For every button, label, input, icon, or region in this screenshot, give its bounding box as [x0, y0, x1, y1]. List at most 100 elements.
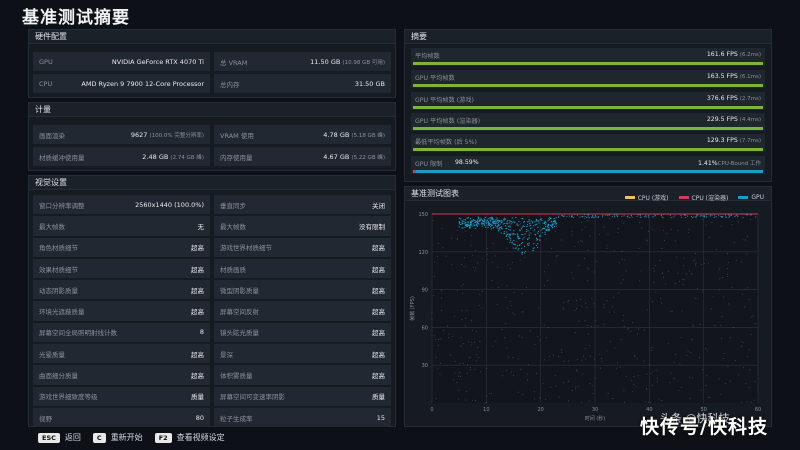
gpu-sample-point — [683, 257, 685, 259]
gpu-sample-point — [712, 296, 714, 298]
gpu-frame-point — [500, 220, 502, 222]
gpu-sample-point — [534, 343, 536, 345]
gpu-sample-point — [634, 386, 636, 388]
gpu-sample-point — [556, 226, 558, 228]
gpu-sample-point — [688, 228, 690, 230]
gpu-sample-point — [714, 325, 716, 327]
gpu-frame-point — [492, 219, 494, 221]
gpu-frame-point — [503, 232, 506, 235]
gpu-sample-point — [706, 375, 708, 377]
gpu-frame-point — [506, 221, 508, 223]
gpu-sample-point — [655, 369, 657, 371]
gpu-frame-point — [552, 222, 554, 224]
gpu-sample-point — [594, 377, 596, 379]
gpu-sample-point — [671, 310, 673, 312]
setting-row: 最大帧数 无 — [33, 216, 210, 236]
gpu-sample-point — [588, 400, 590, 402]
gpu-frame-point — [588, 217, 590, 219]
gpu-sample-point — [628, 327, 630, 329]
summary-bar — [413, 127, 763, 130]
gpu-sample-point — [748, 387, 750, 388]
cell-label: 画面渲染 — [39, 131, 65, 140]
gpu-frame-point — [670, 217, 672, 219]
gpu-sample-point — [741, 345, 742, 347]
gpu-frame-point — [581, 216, 583, 218]
gpu-frame-point — [554, 223, 556, 225]
gpu-sample-point — [706, 350, 708, 352]
gpu-frame-point — [557, 216, 560, 218]
gpu-sample-point — [652, 301, 653, 303]
gpu-frame-point — [497, 223, 500, 225]
gpu-sample-point — [645, 239, 647, 241]
gpu-sample-point — [507, 264, 509, 266]
gpu-frame-point — [521, 233, 523, 235]
gpu-frame-point — [474, 227, 476, 230]
gpu-frame-point — [555, 217, 557, 219]
gpu-sample-point — [492, 345, 494, 347]
gpu-frame-point — [558, 215, 560, 217]
gpu-frame-point — [535, 244, 537, 247]
stats-panel-title: 计量 — [29, 103, 395, 117]
gpu-sample-point — [710, 308, 712, 310]
gpu-sample-point — [677, 272, 679, 274]
gpu-sample-point — [662, 272, 663, 274]
setting-row: 视野 80 — [33, 407, 210, 428]
gpu-sample-point — [661, 399, 663, 401]
gpu-sample-point — [548, 264, 549, 266]
gpu-sample-point — [550, 247, 552, 249]
gpu-sample-point — [681, 386, 683, 388]
gpu-frame-point — [472, 218, 474, 221]
gpu-frame-point — [517, 249, 519, 251]
gpu-frame-point — [483, 220, 486, 222]
gpu-frame-point — [499, 226, 501, 228]
gpu-frame-point — [470, 222, 473, 224]
footer-action-label[interactable]: 返回 — [65, 432, 81, 443]
key-esc-badge[interactable]: ESC — [38, 432, 60, 443]
gpu-sample-point — [538, 307, 540, 309]
gpu-frame-point — [672, 216, 674, 218]
gpu-sample-point — [562, 307, 564, 309]
gpu-sample-point — [597, 325, 599, 327]
gpu-frame-point — [623, 215, 625, 217]
setting-value: 没有限制 — [359, 222, 385, 231]
key-f2-badge[interactable]: F2 — [154, 432, 172, 443]
gpu-sample-point — [439, 373, 441, 375]
cell-value-sub: (2.74 GB 峰) — [170, 154, 204, 161]
setting-row: 光晕质量 超高 — [33, 344, 210, 364]
gpu-frame-point — [544, 233, 546, 235]
gpu-frame-point — [548, 228, 550, 230]
gpu-frame-point — [509, 229, 511, 231]
gpu-frame-point — [540, 235, 542, 237]
gpu-sample-point — [697, 288, 698, 289]
gpu-sample-point — [580, 299, 582, 301]
summary-value-main: 129.3 FPS — [706, 137, 738, 144]
key-c-badge[interactable]: C — [92, 432, 106, 443]
gpu-frame-point — [511, 217, 513, 219]
footer-action-label[interactable]: 查看视频设定 — [177, 432, 225, 443]
cell-label: GPU — [39, 57, 53, 66]
gpu-sample-point — [527, 216, 529, 218]
gpu-sample-point — [540, 339, 542, 341]
gpu-frame-point — [644, 216, 646, 218]
gpu-frame-point — [534, 221, 536, 223]
gpu-sample-point — [433, 294, 435, 296]
gpu-sample-point — [526, 287, 527, 288]
gpu-sample-point — [701, 218, 703, 220]
gpu-frame-point — [517, 224, 519, 227]
setting-row: 效果材质细节 超高 — [33, 258, 210, 279]
gpu-sample-point — [752, 315, 754, 317]
gpu-sample-point — [442, 247, 444, 249]
gpu-sample-point — [568, 381, 570, 383]
gpu-sample-point — [695, 252, 696, 254]
gpu-sample-point — [656, 377, 658, 379]
cell-label: 总 VRAM — [220, 58, 248, 67]
gpu-sample-point — [700, 263, 702, 265]
x-axis-label: 时间 (秒) — [585, 415, 606, 422]
gpu-sample-point — [440, 362, 442, 364]
gpu-sample-point — [519, 259, 521, 261]
footer-action-label[interactable]: 重新开始 — [111, 432, 143, 443]
gpu-sample-point — [561, 352, 563, 353]
gpu-sample-point — [731, 223, 733, 225]
gpu-frame-point — [742, 217, 744, 219]
gpu-frame-point — [553, 220, 555, 223]
